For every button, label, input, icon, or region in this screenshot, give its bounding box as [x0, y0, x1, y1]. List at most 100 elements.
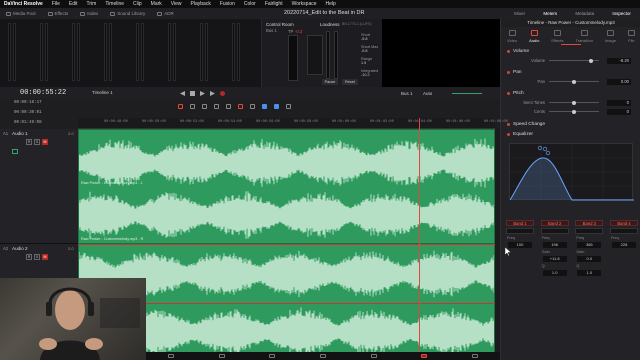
band-2-q-field[interactable]: 1.0	[542, 270, 567, 276]
track-name[interactable]: Audio 1	[12, 131, 28, 136]
eq-band-handle[interactable]	[545, 150, 551, 156]
band-3-shape-selector[interactable]	[575, 228, 604, 234]
volume-slider[interactable]	[549, 58, 599, 63]
range-tool-icon[interactable]	[190, 104, 195, 109]
adr-button[interactable]: ADR	[151, 11, 180, 16]
enable-dot-icon[interactable]	[507, 92, 510, 95]
deliver-page-icon[interactable]	[471, 354, 478, 358]
app-name[interactable]: DaVinci Resolve	[4, 1, 43, 7]
menu-clip[interactable]: Clip	[133, 1, 142, 7]
pan-slider-knob[interactable]	[572, 79, 576, 84]
enable-dot-icon[interactable]	[507, 50, 510, 53]
band-1-button[interactable]: Band 1	[506, 220, 534, 226]
semitones-value-field[interactable]: 0	[607, 99, 631, 106]
playhead[interactable]	[419, 118, 420, 360]
eq-band-handle[interactable]	[542, 146, 548, 152]
master-level-slider[interactable]	[452, 93, 482, 94]
band-2-button[interactable]: Band 2	[540, 220, 569, 226]
audio-clip-a1[interactable]: Raw Power - Custommelody.mp3 - L Raw Pow…	[78, 129, 495, 244]
speed-change-section-header[interactable]: Speed Change	[503, 120, 639, 129]
razor-tool-icon[interactable]	[214, 104, 219, 109]
color-page-icon[interactable]	[370, 354, 377, 358]
stop-icon[interactable]	[190, 91, 195, 96]
menu-color[interactable]: Color	[244, 1, 256, 7]
band-4-freq-field[interactable]: 228	[611, 242, 636, 248]
selection-tool-icon[interactable]	[178, 104, 183, 109]
effects-button[interactable]: Effects	[42, 11, 75, 16]
timecode-display[interactable]: 00:00:55:22	[20, 89, 66, 97]
eq-curve-graph[interactable]	[509, 143, 634, 201]
track-header-a1[interactable]: A1 Audio 1 2.0 R S M	[0, 129, 78, 244]
volume-automation-line[interactable]	[78, 244, 495, 245]
edit-page-icon[interactable]	[269, 354, 276, 358]
tab-transition[interactable]: Transition	[575, 30, 593, 43]
solo-button[interactable]: S	[34, 139, 40, 145]
mixer-toggle[interactable]: Mixer	[514, 11, 525, 16]
reset-button[interactable]: Reset	[342, 79, 358, 85]
menu-workspace[interactable]: Workspace	[292, 1, 317, 7]
band-2-shape-selector[interactable]	[540, 228, 569, 234]
semitones-slider-knob[interactable]	[572, 100, 576, 105]
band-3-button[interactable]: Band 3	[575, 220, 604, 226]
bus-selector[interactable]: Bus 1	[401, 91, 413, 96]
band-3-gain-field[interactable]: 0.0	[577, 256, 602, 262]
band-2-freq-field[interactable]: 196	[542, 242, 567, 248]
mute-button[interactable]: M	[42, 139, 48, 145]
band-4-shape-selector[interactable]	[609, 228, 638, 234]
menu-trim[interactable]: Trim	[87, 1, 97, 7]
eq-band-handle[interactable]	[537, 145, 543, 151]
media-pool-button[interactable]: Media Pool	[0, 11, 42, 16]
menu-file[interactable]: File	[52, 1, 60, 7]
enable-dot-icon[interactable]	[507, 133, 510, 136]
meters-toggle[interactable]: Meters	[543, 11, 557, 16]
solo-button[interactable]: S	[34, 254, 40, 260]
record-icon[interactable]	[220, 91, 225, 96]
rewind-icon[interactable]	[180, 91, 185, 96]
clip-color-icon[interactable]	[274, 104, 279, 109]
track-name[interactable]: Audio 2	[12, 246, 28, 251]
sound-library-button[interactable]: Sound Library	[104, 11, 151, 16]
menu-edit[interactable]: Edit	[69, 1, 78, 7]
automation-mode[interactable]: Auto	[423, 91, 432, 96]
menu-fairlight[interactable]: Fairlight	[265, 1, 283, 7]
cents-slider[interactable]	[549, 109, 599, 114]
metadata-toggle[interactable]: Metadata	[575, 11, 594, 16]
marker-icon[interactable]	[250, 104, 255, 109]
equalizer-section-header[interactable]: Equalizer	[503, 130, 639, 139]
pan-value-field[interactable]: 0.00	[607, 78, 631, 85]
band-4-button[interactable]: Band 4	[609, 220, 638, 226]
cents-value-field[interactable]: 0	[607, 108, 631, 115]
volume-value-field[interactable]: -8.20	[607, 57, 631, 64]
inspector-toggle[interactable]: Inspector	[612, 11, 631, 16]
record-arm-button[interactable]: R	[26, 254, 32, 260]
dim-control[interactable]	[307, 35, 323, 75]
volume-slider-knob[interactable]	[589, 58, 593, 63]
cents-slider-knob[interactable]	[572, 109, 576, 114]
tab-audio[interactable]: Audio	[529, 30, 539, 43]
fairlight-page-icon[interactable]	[421, 354, 428, 358]
pause-button[interactable]: Pause	[322, 79, 338, 85]
pitch-section-header[interactable]: Pitch	[503, 89, 639, 98]
media-page-icon[interactable]	[168, 354, 175, 358]
semitones-slider[interactable]	[549, 100, 599, 105]
track-lock-icon[interactable]	[12, 149, 18, 154]
index-button[interactable]: Index	[74, 11, 104, 16]
menu-mark[interactable]: Mark	[151, 1, 162, 7]
menu-fusion[interactable]: Fusion	[220, 1, 235, 7]
timeline-ruler[interactable]: 00:00:48:00 00:00:50:00 00:00:52:00 00:0…	[78, 118, 508, 129]
tab-effects[interactable]: Effects	[551, 30, 563, 43]
volume-section-header[interactable]: Volume	[503, 47, 639, 56]
timeline-name-dropdown[interactable]: Timeline 1	[92, 90, 113, 95]
record-arm-button[interactable]: R	[26, 139, 32, 145]
zoom-icon[interactable]	[286, 104, 291, 109]
play-icon[interactable]	[200, 91, 205, 96]
band-3-freq-field[interactable]: 365	[577, 242, 602, 248]
mute-button[interactable]: M	[42, 254, 48, 260]
tab-file[interactable]: File	[627, 30, 635, 43]
menu-view[interactable]: View	[171, 1, 182, 7]
snap-icon[interactable]	[226, 104, 231, 109]
flag-icon[interactable]	[262, 104, 267, 109]
edit-tool-icon[interactable]	[202, 104, 207, 109]
menu-help[interactable]: Help	[326, 1, 336, 7]
pan-slider[interactable]	[549, 79, 599, 84]
